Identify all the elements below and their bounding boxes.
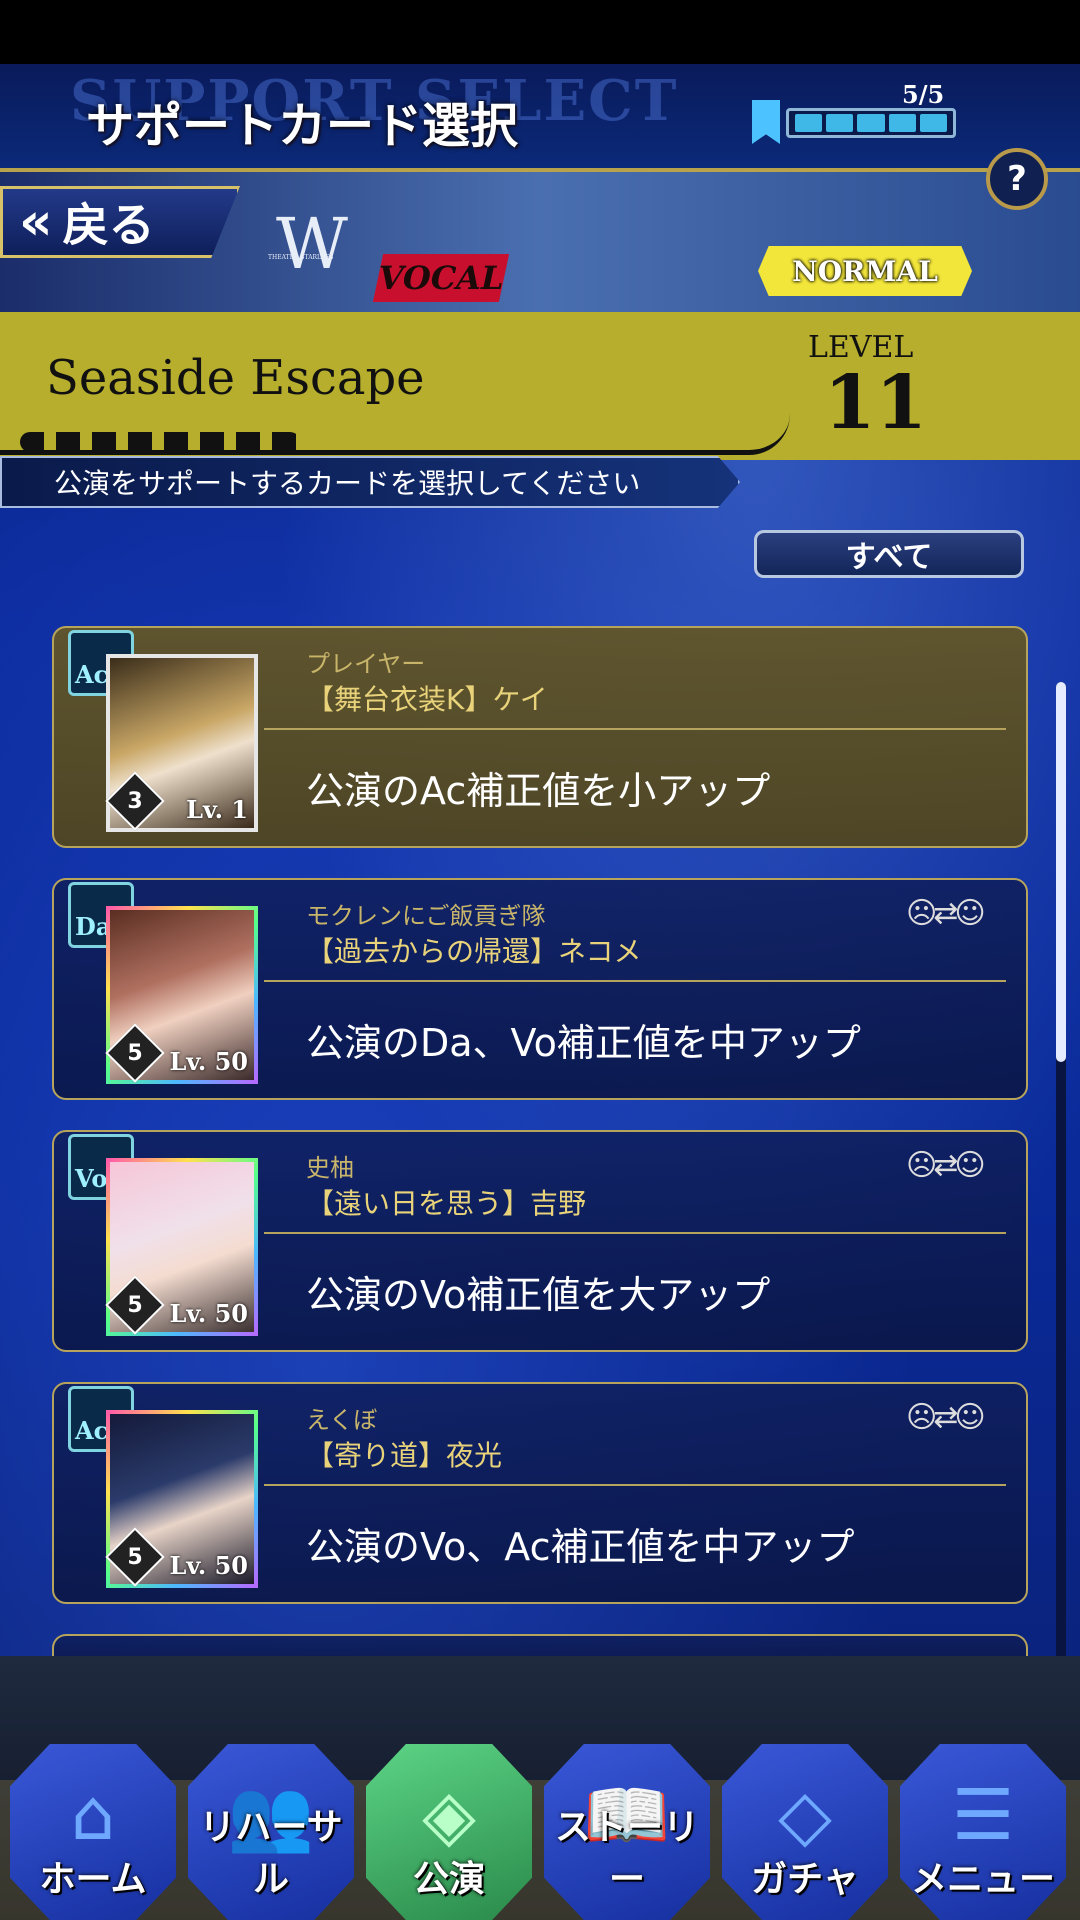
nav-gacha[interactable]: ◇ ガチャ (722, 1744, 888, 1920)
filter-button[interactable]: すべて (754, 530, 1024, 578)
emote-icons: ☹⇄☺ (906, 1148, 986, 1183)
card-name: 【遠い日を思う】吉野 (306, 1187, 587, 1220)
card-row[interactable]: Vo 5 Lv. 50 史柚 【遠い日を思う】吉野 ☹⇄☺ 公演のVo補正値を大… (52, 1130, 1028, 1352)
card-level: Lv. 50 (169, 1551, 248, 1580)
unit-name: プレイヤー (306, 650, 426, 678)
nav-performance[interactable]: ◈ 公演 (366, 1744, 532, 1920)
card-divider (264, 1484, 1006, 1486)
bookmark-icon (752, 100, 780, 144)
stamina-gauge (786, 108, 956, 138)
scrollbar-thumb[interactable] (1056, 682, 1066, 1062)
nav-menu[interactable]: ☰ メニュー (900, 1744, 1066, 1920)
card-portrait: 5 Lv. 50 (105, 906, 258, 1084)
back-label: 戻る (62, 198, 155, 252)
header-bar: SUPPORT SELECT サポートカード選択 5/5 (0, 64, 1080, 170)
performance-icon: ◈ (422, 1774, 476, 1856)
ornament-divider (0, 414, 790, 455)
nav-rehearsal[interactable]: 👥 リハーサル (188, 1744, 354, 1920)
help-button[interactable]: ? (986, 148, 1048, 210)
card-divider (264, 980, 1006, 982)
diamond-icon: ◇ (778, 1774, 832, 1856)
card-effect: 公演のVo補正値を大アップ (306, 1273, 771, 1317)
screen: SUPPORT SELECT サポートカード選択 5/5 ? « 戻る W THE… (0, 64, 1080, 1920)
card-level: Lv. 1 (186, 795, 248, 824)
double-chevron-left-icon: « (19, 192, 53, 252)
home-icon: ⌂ (70, 1774, 116, 1856)
page-title: サポートカード選択 (86, 98, 519, 154)
list-scrollbar[interactable] (1056, 682, 1066, 1710)
level-value: 11 (824, 360, 927, 446)
nav-label: ガチャ (751, 1859, 859, 1900)
difficulty-badge: NORMAL (758, 246, 972, 296)
card-row[interactable]: Da 5 Lv. 50 モクレンにご飯貢ぎ隊 【過去からの帰還】ネコメ ☹⇄☺ … (52, 878, 1028, 1100)
nav-label: リハーサル (199, 1807, 343, 1900)
menu-icon: ☰ (951, 1774, 1015, 1856)
card-level: Lv. 50 (169, 1299, 248, 1328)
card-row[interactable]: Ac 3 Lv. 1 プレイヤー 【舞台衣装K】ケイ 公演のAc補正値を小アップ (52, 626, 1028, 848)
card-name: 【過去からの帰還】ネコメ (306, 935, 642, 968)
card-effect: 公演のVo、Ac補正値を中アップ (306, 1525, 855, 1569)
attribute-badge: VOCAL (372, 254, 510, 302)
unit-name: 史柚 (306, 1154, 354, 1182)
card-name: 【寄り道】夜光 (306, 1439, 503, 1472)
nav-label: 公演 (412, 1859, 485, 1900)
nav-label: ホーム (39, 1859, 147, 1900)
card-effect: 公演のAc補正値を小アップ (306, 769, 771, 813)
instruction-banner: 公演をサポートするカードを選択してください (0, 456, 740, 508)
nav-label: ストーリー (554, 1807, 699, 1900)
card-divider (264, 728, 1006, 730)
unit-name: モクレンにご飯貢ぎ隊 (306, 902, 546, 930)
emote-icons: ☹⇄☺ (906, 896, 986, 931)
song-title: Seaside Escape (46, 350, 425, 406)
card-divider (264, 1232, 1006, 1234)
card-portrait: 5 Lv. 50 (105, 1410, 258, 1588)
card-portrait: 3 Lv. 1 (105, 654, 258, 832)
card-name: 【舞台衣装K】ケイ (306, 683, 548, 716)
card-row[interactable]: Ac 5 Lv. 50 えくぼ 【寄り道】夜光 ☹⇄☺ 公演のVo、Ac補正値を… (52, 1382, 1028, 1604)
theater-logo: W THEATER STARLESS (268, 204, 352, 288)
card-portrait: 5 Lv. 50 (105, 1158, 258, 1336)
nav-home[interactable]: ⌂ ホーム (10, 1744, 176, 1920)
emote-icons: ☹⇄☺ (906, 1400, 986, 1435)
card-level: Lv. 50 (169, 1047, 248, 1076)
nav-label: メニュー (910, 1859, 1055, 1900)
card-effect: 公演のDa、Vo補正値を中アップ (306, 1021, 861, 1065)
nav-story[interactable]: 📖 ストーリー (544, 1744, 710, 1920)
back-button[interactable]: « 戻る (0, 186, 240, 258)
stamina-count: 5/5 (902, 80, 945, 109)
unit-name: えくぼ (306, 1406, 378, 1434)
logo-caption: THEATER STARLESS (268, 254, 334, 261)
